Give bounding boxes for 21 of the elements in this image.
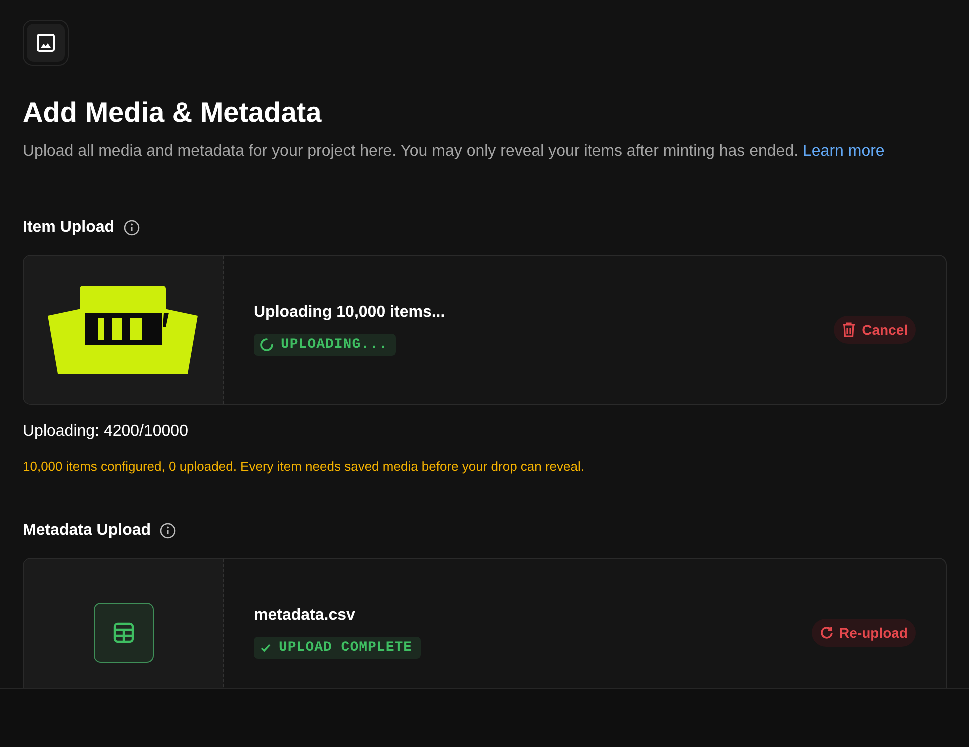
- table-icon: [112, 622, 134, 644]
- status-badge: UPLOADING...: [254, 334, 396, 356]
- cancel-button[interactable]: Cancel: [834, 316, 916, 344]
- file-name: Uploading 10,000 items...: [254, 304, 446, 322]
- learn-more-link[interactable]: Learn more: [803, 143, 885, 160]
- page-description: Upload all media and metadata for your project here. You may only reveal your items after minting has ended. Learn more: [23, 142, 886, 162]
- file-name: metadata.csv: [254, 607, 356, 625]
- section-title: Metadata Upload: [23, 522, 152, 540]
- info-icon[interactable]: [124, 220, 140, 236]
- status-badge: UPLOAD COMPLETE: [254, 637, 421, 659]
- progress-text: Uploading: 4200/10000: [23, 423, 188, 441]
- section-title: Item Upload: [23, 219, 115, 237]
- check-icon: [260, 642, 272, 654]
- refresh-icon: [820, 626, 834, 640]
- trash-icon: [842, 322, 856, 338]
- page-title: Add Media & Metadata: [23, 96, 322, 130]
- image-icon: [36, 33, 56, 53]
- info-icon[interactable]: [160, 523, 176, 539]
- spinner-icon: [260, 338, 274, 352]
- reupload-button[interactable]: Re-upload: [812, 619, 916, 647]
- warning-text: 10,000 items configured, 0 uploaded. Every item needs saved media before your drop can reveal.: [23, 459, 585, 474]
